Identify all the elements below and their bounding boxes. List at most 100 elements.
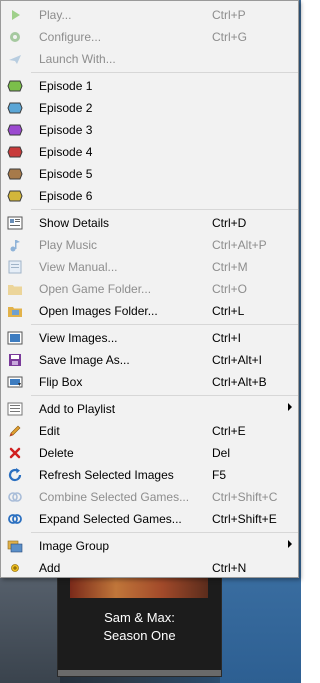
menu-item-shortcut: Ctrl+Alt+P [212, 238, 267, 252]
edit-icon [9, 425, 21, 437]
menu-item-label: Add [39, 561, 61, 575]
menu-item-configure[interactable]: Configure... Ctrl+G [3, 26, 296, 48]
menu-item-label: Combine Selected Games... [39, 490, 190, 504]
menu-item-label: Episode 5 [39, 167, 93, 181]
image-group-icon [7, 540, 23, 553]
menu-item-shortcut: Ctrl+M [212, 260, 248, 274]
menu-item-save-image-as[interactable]: Save Image As... Ctrl+Alt+I [3, 349, 296, 371]
menu-item-episode-1[interactable]: Episode 1 [3, 75, 296, 97]
menu-item-shortcut: Ctrl+D [212, 216, 247, 230]
context-menu: Play... Ctrl+P Configure... Ctrl+G Launc… [0, 0, 299, 578]
details-icon [7, 216, 23, 230]
episode-icon [7, 190, 23, 202]
episode-icon [7, 124, 23, 136]
menu-item-show-details[interactable]: Show Details Ctrl+D [3, 212, 296, 234]
menu-item-flip-box[interactable]: Flip Box Ctrl+Alt+B [3, 371, 296, 393]
menu-item-episode-5[interactable]: Episode 5 [3, 163, 296, 185]
menu-item-delete[interactable]: Delete Del [3, 442, 296, 464]
menu-item-shortcut: Ctrl+P [212, 8, 246, 22]
menu-item-episode-2[interactable]: Episode 2 [3, 97, 296, 119]
menu-item-play-music[interactable]: Play Music Ctrl+Alt+P [3, 234, 296, 256]
menu-item-launch-with[interactable]: Launch With... [3, 48, 296, 70]
menu-item-image-group[interactable]: Image Group [3, 535, 296, 557]
playlist-icon [7, 402, 23, 416]
refresh-icon [8, 468, 22, 482]
game-card[interactable]: Sam & Max: Season One [57, 575, 222, 677]
menu-item-open-images-folder[interactable]: Open Images Folder... Ctrl+L [3, 300, 296, 322]
submenu-arrow-icon [288, 403, 292, 411]
view-images-icon [7, 331, 23, 345]
menu-item-add-to-playlist[interactable]: Add to Playlist [3, 398, 296, 420]
save-icon [9, 354, 21, 366]
expand-icon [8, 514, 22, 524]
game-card-title: Sam & Max: Season One [58, 609, 221, 645]
menu-item-shortcut: Ctrl+Shift+E [212, 512, 277, 526]
play-icon [12, 10, 20, 20]
menu-item-label: Save Image As... [39, 353, 130, 367]
manual-icon [8, 260, 22, 274]
menu-item-label: Episode 3 [39, 123, 93, 137]
add-icon [11, 564, 19, 572]
menu-item-label: View Images... [39, 331, 118, 345]
menu-item-shortcut: Ctrl+Shift+C [212, 490, 278, 504]
menu-item-label: Refresh Selected Images [39, 468, 174, 482]
flip-box-icon [7, 376, 23, 388]
submenu-arrow-icon [288, 540, 292, 548]
menu-item-episode-3[interactable]: Episode 3 [3, 119, 296, 141]
menu-item-label: Flip Box [39, 375, 83, 389]
game-card-title-line1: Sam & Max: [104, 610, 175, 625]
game-card-title-line2: Season One [103, 628, 176, 643]
menu-item-episode-4[interactable]: Episode 4 [3, 141, 296, 163]
menu-item-label: Episode 1 [39, 79, 93, 93]
episode-icon [7, 102, 23, 114]
menu-item-shortcut: Ctrl+O [212, 282, 248, 296]
menu-item-combine-selected-games[interactable]: Combine Selected Games... Ctrl+Shift+C [3, 486, 296, 508]
menu-item-label: View Manual... [39, 260, 118, 274]
menu-item-view-images[interactable]: View Images... Ctrl+I [3, 327, 296, 349]
menu-item-shortcut: Ctrl+Alt+B [212, 375, 267, 389]
menu-item-shortcut: Ctrl+Alt+I [212, 353, 263, 367]
menu-item-refresh-selected-images[interactable]: Refresh Selected Images F5 [3, 464, 296, 486]
menu-item-edit[interactable]: Edit Ctrl+E [3, 420, 296, 442]
launch-with-icon [9, 55, 21, 64]
menu-item-label: Add to Playlist [39, 402, 116, 416]
menu-item-episode-6[interactable]: Episode 6 [3, 185, 296, 207]
menu-item-label: Expand Selected Games... [39, 512, 182, 526]
menu-separator [31, 324, 298, 325]
episode-icon [7, 146, 23, 158]
folder-icon [8, 285, 22, 295]
menu-item-label: Open Images Folder... [39, 304, 158, 318]
menu-separator [31, 395, 298, 396]
configure-icon [10, 32, 20, 42]
menu-item-expand-selected-games[interactable]: Expand Selected Games... Ctrl+Shift+E [3, 508, 296, 530]
menu-item-label: Delete [39, 446, 74, 460]
menu-item-label: Play... [39, 8, 72, 22]
menu-item-view-manual[interactable]: View Manual... Ctrl+M [3, 256, 296, 278]
menu-item-shortcut: Ctrl+N [212, 561, 247, 575]
menu-item-play[interactable]: Play... Ctrl+P [3, 4, 296, 26]
game-card-art [70, 576, 208, 598]
menu-separator [31, 72, 298, 73]
menu-item-label: Episode 2 [39, 101, 93, 115]
menu-separator [31, 532, 298, 533]
menu-item-label: Play Music [39, 238, 98, 252]
menu-item-add[interactable]: Add Ctrl+N [3, 557, 296, 579]
menu-item-shortcut: F5 [212, 468, 227, 482]
episode-icon [7, 168, 23, 180]
menu-item-label: Episode 6 [39, 189, 93, 203]
music-icon [10, 240, 20, 252]
menu-item-label: Image Group [39, 539, 110, 553]
menu-item-open-game-folder[interactable]: Open Game Folder... Ctrl+O [3, 278, 296, 300]
images-folder-icon [8, 307, 22, 317]
menu-item-shortcut: Ctrl+E [212, 424, 246, 438]
menu-item-shortcut: Ctrl+G [212, 30, 248, 44]
menu-item-label: Edit [39, 424, 60, 438]
menu-item-label: Launch With... [39, 52, 116, 66]
menu-item-label: Episode 4 [39, 145, 93, 159]
menu-item-label: Show Details [39, 216, 110, 230]
game-card-bar [58, 670, 221, 676]
menu-separator [31, 209, 298, 210]
menu-item-shortcut: Ctrl+L [212, 304, 245, 318]
menu-item-shortcut: Del [212, 446, 231, 460]
menu-item-label: Open Game Folder... [39, 282, 152, 296]
